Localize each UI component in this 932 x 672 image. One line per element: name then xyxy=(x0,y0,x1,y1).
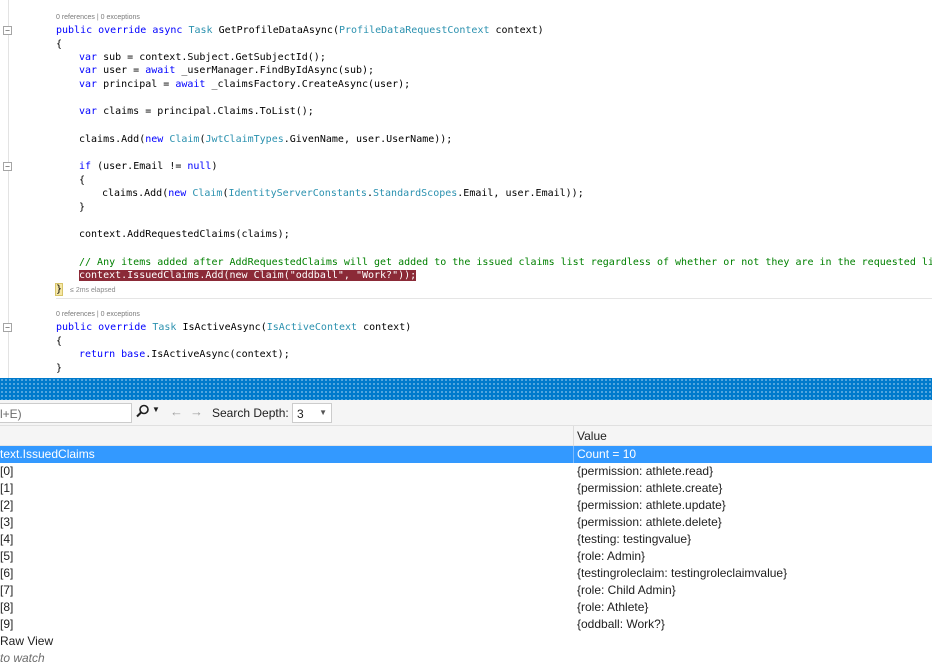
row-name: [4] xyxy=(0,532,14,546)
row-name: [6] xyxy=(0,566,14,580)
code-line: var sub = context.Subject.GetSubjectId()… xyxy=(79,52,326,63)
watch-panel: l+E) ▼ ← → Search Depth: 3 ▼ Value text.… xyxy=(0,400,932,672)
code-line: } xyxy=(56,363,63,374)
code-line: claims.Add(new Claim(JwtClaimTypes.Given… xyxy=(79,134,453,145)
code-line: return base.IsActiveAsync(context); xyxy=(79,349,290,360)
code-line: context.AddRequestedClaims(claims); xyxy=(79,229,290,240)
row-value: {permission: athlete.delete} xyxy=(577,515,722,529)
row-name: [5] xyxy=(0,549,14,563)
watch-row[interactable]: [9] {oddball: Work?} xyxy=(0,616,932,633)
code-lens[interactable]: 0 references | 0 exceptions xyxy=(56,13,140,23)
code-line: { xyxy=(79,175,86,186)
method-separator xyxy=(56,298,932,299)
code-lens[interactable]: 0 references | 0 exceptions xyxy=(56,310,140,320)
back-arrow-icon[interactable]: ← xyxy=(170,404,183,419)
code-comment: // Any items added after AddRequestedCla… xyxy=(79,257,932,268)
add-watch-row[interactable]: to watch xyxy=(0,650,932,667)
code-line: { xyxy=(56,39,63,50)
search-input[interactable]: l+E) xyxy=(0,403,132,423)
gutter-line xyxy=(8,0,9,378)
code-line: public override Task IsActiveAsync(IsAct… xyxy=(56,322,412,333)
perf-tip[interactable]: ≤ 2ms elapsed xyxy=(70,287,115,294)
row-value: Count = 10 xyxy=(577,447,637,461)
add-watch-placeholder: to watch xyxy=(0,651,45,665)
code-line: if (user.Email != null) xyxy=(79,161,218,172)
value-column-header[interactable]: Value xyxy=(577,429,607,443)
code-editor[interactable]: − − − 0 references | 0 exceptions public… xyxy=(0,0,932,378)
search-depth-label: Search Depth: xyxy=(212,406,289,420)
watch-row[interactable]: [1] {permission: athlete.create} xyxy=(0,480,932,497)
code-line: var principal = await _claimsFactory.Cre… xyxy=(79,79,411,90)
collapse-icon[interactable]: − xyxy=(3,162,12,171)
watch-row[interactable]: [6] {testingroleclaim: testingroleclaimv… xyxy=(0,565,932,582)
watch-row[interactable]: [5] {role: Admin} xyxy=(0,548,932,565)
panel-splitter[interactable] xyxy=(0,378,932,400)
collapse-icon[interactable]: − xyxy=(3,323,12,332)
row-name: text.IssuedClaims xyxy=(0,447,95,461)
watch-row-selected[interactable]: text.IssuedClaims Count = 10 xyxy=(0,446,932,463)
chevron-down-icon: ▼ xyxy=(319,408,327,417)
search-depth-select[interactable]: 3 ▼ xyxy=(292,403,332,423)
row-name: [1] xyxy=(0,481,14,495)
row-value: {role: Child Admin} xyxy=(577,583,676,597)
row-value: {testing: testingvalue} xyxy=(577,532,692,546)
code-line: { xyxy=(56,336,63,347)
code-line: public override async Task GetProfileDat… xyxy=(56,25,544,36)
forward-arrow-icon[interactable]: → xyxy=(190,404,203,419)
watch-row[interactable]: [3] {permission: athlete.delete} xyxy=(0,514,932,531)
code-line: var user = await _userManager.FindByIdAs… xyxy=(79,65,375,76)
row-value: {permission: athlete.update} xyxy=(577,498,726,512)
search-placeholder: l+E) xyxy=(0,407,22,421)
search-depth-value: 3 xyxy=(297,407,304,421)
row-name: [0] xyxy=(0,464,14,478)
row-name: [2] xyxy=(0,498,14,512)
column-header: Value xyxy=(0,426,932,446)
row-value: {testingroleclaim: testingroleclaimvalue… xyxy=(577,566,788,580)
watch-row[interactable]: [7] {role: Child Admin} xyxy=(0,582,932,599)
watch-row[interactable]: [2] {permission: athlete.update} xyxy=(0,497,932,514)
column-divider[interactable] xyxy=(573,426,574,446)
row-name: [3] xyxy=(0,515,14,529)
code-line: } ≤ 2ms elapsed xyxy=(54,283,116,296)
row-value: {role: Admin} xyxy=(577,549,646,563)
row-value: {permission: athlete.read} xyxy=(577,464,714,478)
row-name: Raw View xyxy=(0,634,54,648)
collapse-icon[interactable]: − xyxy=(3,26,12,35)
row-value: {oddball: Work?} xyxy=(577,617,665,631)
chevron-down-icon[interactable]: ▼ xyxy=(152,405,160,414)
watch-toolbar: l+E) ▼ ← → Search Depth: 3 ▼ xyxy=(0,400,932,426)
row-value: {role: Athlete} xyxy=(577,600,649,614)
row-name: [8] xyxy=(0,600,14,614)
row-value: {permission: athlete.create} xyxy=(577,481,723,495)
code-line: } xyxy=(79,202,86,213)
code-line: claims.Add(new Claim(IdentityServerConst… xyxy=(102,188,584,199)
watch-row[interactable]: [8] {role: Athlete} xyxy=(0,599,932,616)
watch-row[interactable]: [0] {permission: athlete.read} xyxy=(0,463,932,480)
current-statement: context.IssuedClaims.Add(new Claim("oddb… xyxy=(79,270,417,281)
search-icon[interactable] xyxy=(136,404,150,421)
code-line: var claims = principal.Claims.ToList(); xyxy=(79,106,314,117)
row-name: [7] xyxy=(0,583,14,597)
raw-view-row[interactable]: Raw View xyxy=(0,633,932,650)
watch-row[interactable]: [4] {testing: testingvalue} xyxy=(0,531,932,548)
row-name: [9] xyxy=(0,617,14,631)
